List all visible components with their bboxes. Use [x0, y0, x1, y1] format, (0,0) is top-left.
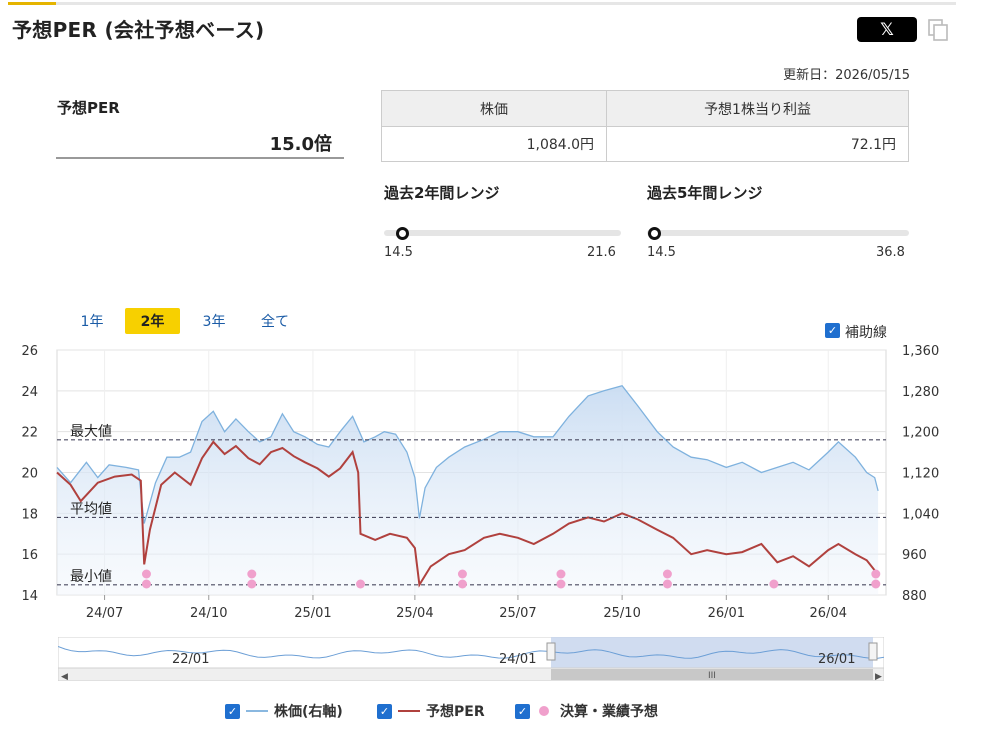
range-5y-track	[647, 230, 909, 236]
range-2y-track	[384, 230, 621, 236]
event-marker	[556, 569, 566, 579]
x-axis-tick-label: 26/01	[708, 606, 745, 621]
legend-label-events: 決算・業績予想	[560, 704, 658, 720]
tab-3y[interactable]: 3年	[192, 308, 236, 334]
legend-line-per-icon	[398, 710, 420, 712]
page-title: 予想PER (会社予想ベース)	[12, 18, 265, 42]
x-axis-tick-label: 25/10	[603, 606, 640, 621]
table-cell-eps: 72.1円	[606, 126, 909, 162]
x-axis-tick-label: 25/01	[294, 606, 331, 621]
right-axis-tick-label: 880	[902, 589, 927, 604]
right-axis-tick-label: 1,200	[902, 426, 939, 441]
reference-line-label: 最大値	[70, 424, 112, 440]
x-axis-tick-label: 24/07	[86, 606, 123, 621]
range-5y-min: 14.5	[647, 245, 676, 260]
event-marker	[141, 579, 151, 589]
range-2y-min: 14.5	[384, 245, 413, 260]
legend-checkbox-events[interactable]: ✓	[515, 703, 530, 719]
legend-dot-events-icon	[539, 706, 549, 716]
legend-checkbox-price[interactable]: ✓	[225, 703, 240, 719]
tab-1y[interactable]: 1年	[70, 308, 114, 334]
table-header-eps: 予想1株当り利益	[606, 90, 909, 127]
range-5y-title: 過去5年間レンジ	[647, 184, 763, 202]
legend-item-per[interactable]: ✓ 予想PER	[377, 701, 485, 721]
aux-lines-checkbox[interactable]: ✓	[825, 323, 840, 338]
right-axis-tick-label: 960	[902, 548, 927, 563]
range-5y-knob	[647, 227, 661, 240]
event-marker	[356, 579, 366, 589]
legend-line-price-icon	[246, 710, 268, 712]
event-marker	[247, 569, 257, 579]
legend-item-price[interactable]: ✓ 株価(右軸)	[225, 701, 343, 721]
left-axis-tick-label: 16	[21, 548, 38, 563]
event-marker	[662, 579, 672, 589]
header-rule	[8, 2, 956, 5]
reference-line-label: 平均値	[70, 501, 112, 517]
legend-label-price: 株価(右軸)	[274, 704, 343, 720]
navigator-label-2: 24/01	[499, 652, 536, 667]
event-marker	[769, 579, 779, 589]
x-share-button[interactable]: 𝕏	[857, 17, 917, 42]
x-axis-tick-label: 25/07	[499, 606, 536, 621]
navigator-right-handle[interactable]	[868, 642, 878, 661]
range-navigator[interactable]: 22/01 24/01 26/01 III ◀ ▶	[57, 636, 885, 682]
event-marker	[457, 569, 467, 579]
event-marker	[247, 579, 257, 589]
left-axis-tick-label: 26	[21, 344, 38, 359]
scrollbar-grip-icon: III	[708, 671, 716, 681]
range-2y-title: 過去2年間レンジ	[384, 184, 500, 202]
per-underline	[56, 157, 344, 159]
legend-item-events[interactable]: ✓ 決算・業績予想	[515, 701, 658, 721]
right-axis-tick-label: 1,040	[902, 507, 939, 522]
header-rule-accent	[8, 2, 56, 5]
event-marker	[662, 569, 672, 579]
event-marker	[457, 579, 467, 589]
per-chart: 14 880 16 960 18 1,040 20 1,120 22 1,200 24 1,280 26…	[21, 344, 939, 621]
navigator-left-handle[interactable]	[546, 642, 556, 661]
legend-label-per: 予想PER	[426, 704, 485, 720]
aux-lines-label: 補助線	[845, 325, 887, 341]
left-axis-tick-label: 18	[21, 507, 38, 522]
x-axis-tick-label: 25/04	[396, 606, 433, 621]
legend-checkbox-per[interactable]: ✓	[377, 703, 392, 719]
left-axis-tick-label: 22	[21, 426, 38, 441]
event-marker	[556, 579, 566, 589]
x-logo-icon: 𝕏	[880, 19, 894, 40]
right-axis-tick-label: 1,120	[902, 467, 939, 482]
updated-date: 更新日：2026/05/15	[783, 68, 910, 83]
scroll-left-icon[interactable]: ◀	[61, 672, 68, 682]
range-2y-max: 21.6	[587, 245, 616, 260]
range-2y-knob	[395, 227, 409, 240]
price-eps-table: 株価 予想1株当り利益 1,084.0円 72.1円	[380, 90, 909, 162]
x-axis-tick-label: 24/10	[190, 606, 227, 621]
left-axis-tick-label: 24	[21, 385, 38, 400]
range-5y-max: 36.8	[876, 245, 905, 260]
tab-all[interactable]: 全て	[252, 308, 298, 334]
left-axis-tick-label: 20	[21, 467, 38, 482]
navigator-label-3: 26/01	[818, 652, 855, 667]
event-marker	[141, 569, 151, 579]
event-marker	[871, 579, 881, 589]
table-cell-price: 1,084.0円	[380, 126, 608, 162]
scroll-right-icon[interactable]: ▶	[875, 672, 882, 682]
reference-line-label: 最小値	[70, 569, 112, 585]
navigator-label-1: 22/01	[172, 652, 209, 667]
x-axis-tick-label: 26/04	[810, 606, 847, 621]
table-header-price: 株価	[380, 90, 608, 127]
per-value: 15.0倍	[269, 134, 332, 155]
right-axis-tick-label: 1,280	[902, 385, 939, 400]
per-label: 予想PER	[57, 99, 120, 117]
copy-icon[interactable]	[926, 18, 950, 42]
left-axis-tick-label: 14	[21, 589, 38, 604]
event-marker	[871, 569, 881, 579]
right-axis-tick-label: 1,360	[902, 344, 939, 359]
tab-2y[interactable]: 2年	[125, 308, 180, 334]
